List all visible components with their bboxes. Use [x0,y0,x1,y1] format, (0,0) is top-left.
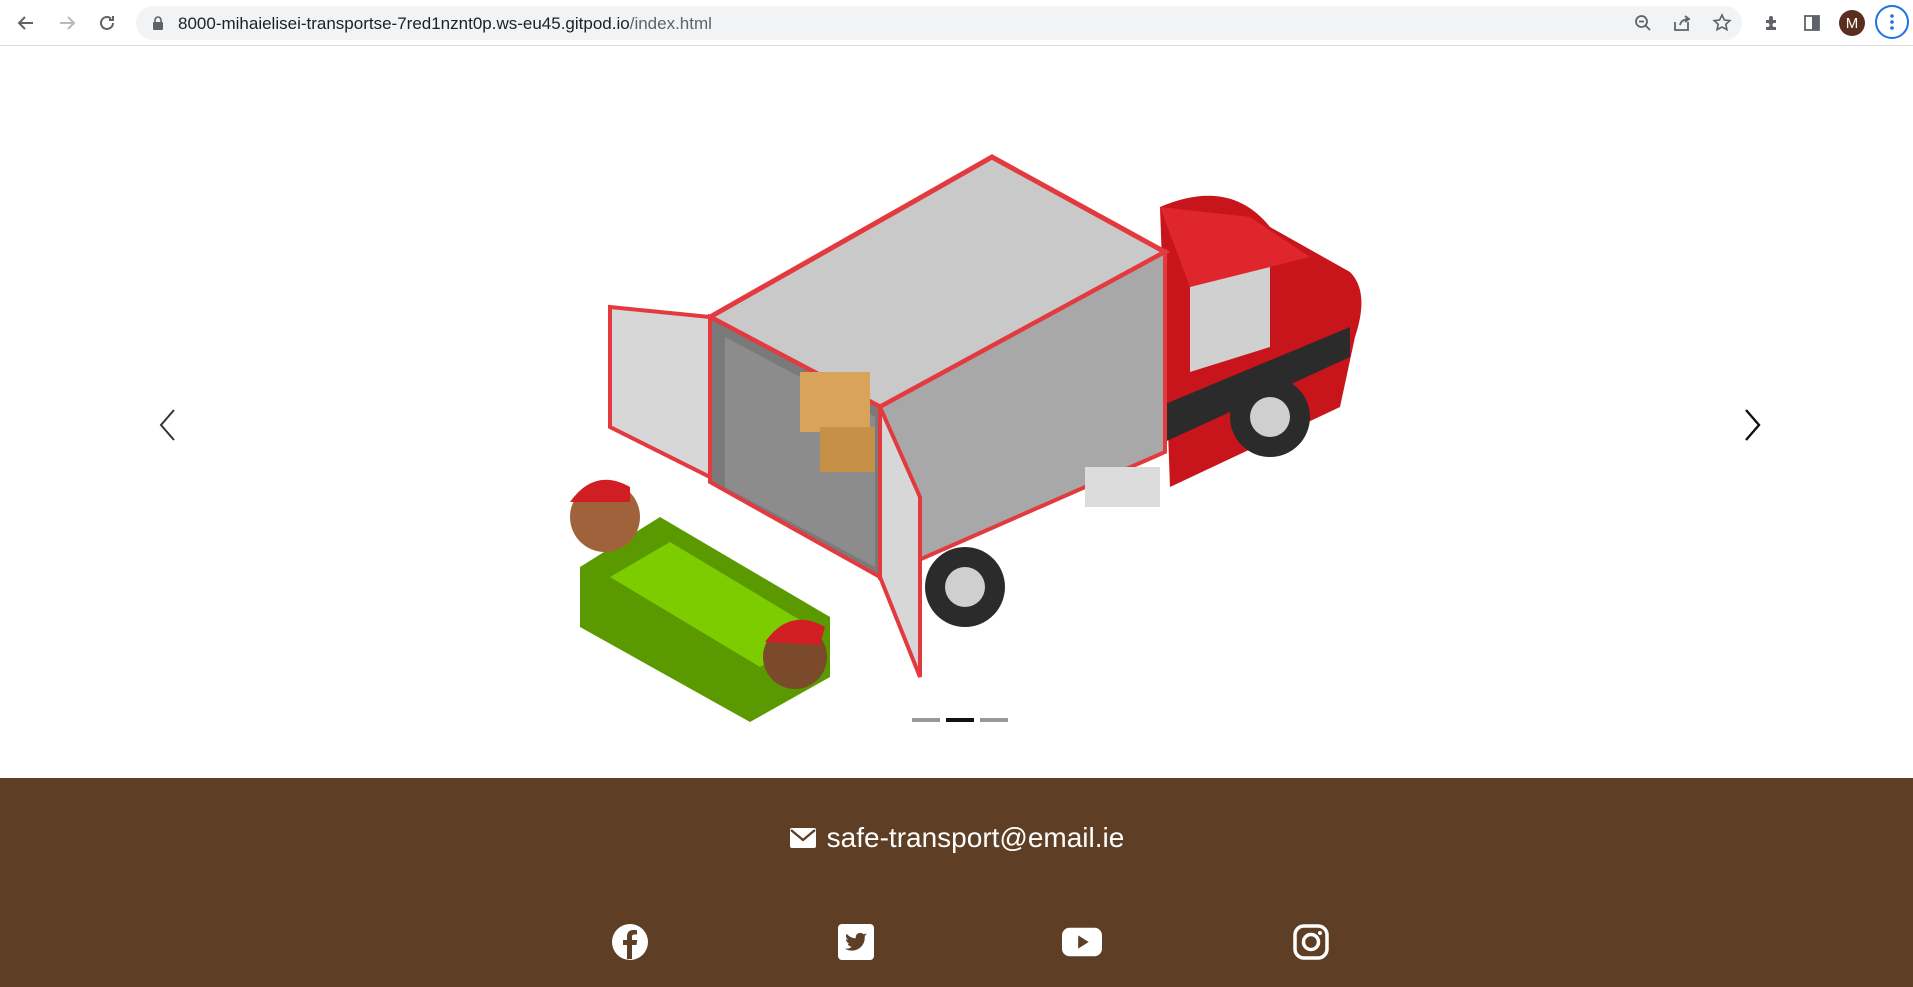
carousel-indicator-2[interactable] [946,718,974,722]
profile-avatar[interactable]: M [1839,10,1865,36]
zoom-out-icon [1635,15,1651,31]
instagram-icon [1293,924,1329,960]
arrow-left-icon [17,16,33,30]
puzzle-icon [1766,16,1776,30]
share-icon [1674,15,1691,31]
twitter-icon [838,924,874,960]
url-text[interactable]: 8000-mihaielisei-transportse-7red1nznt0p… [178,14,712,34]
chevron-left-icon [159,409,175,441]
hero-carousel [0,47,1913,778]
facebook-icon [612,924,648,960]
arrow-right-icon [60,16,76,30]
side-panel-button[interactable] [1800,11,1824,35]
youtube-icon [1062,927,1102,957]
browser-toolbar: 8000-mihaielisei-transportse-7red1nznt0p… [0,0,1913,46]
carousel-indicators [912,718,1008,722]
url-path: /index.html [629,14,712,33]
instagram-link[interactable] [1291,922,1331,962]
forward-button[interactable] [51,7,83,39]
star-icon [1712,13,1732,32]
kebab-menu-icon [1890,14,1894,30]
address-bar[interactable]: 8000-mihaielisei-transportse-7red1nznt0p… [136,6,1742,40]
reload-button[interactable] [91,7,123,39]
share-button[interactable] [1672,13,1692,33]
zoom-button[interactable] [1633,13,1653,33]
chevron-right-icon [1745,409,1761,441]
url-host: 8000-mihaielisei-transportse-7red1nznt0p… [178,14,630,33]
site-footer: safe-transport@email.ie [0,778,1913,987]
bookmark-button[interactable] [1712,13,1732,33]
reload-icon [100,15,114,30]
facebook-link[interactable] [610,922,650,962]
moving-truck-illustration [570,154,1362,722]
side-panel-icon [1804,15,1820,31]
contact-email[interactable]: safe-transport@email.ie [0,822,1913,854]
carousel-prev-button[interactable] [148,395,188,455]
back-button[interactable] [10,7,42,39]
youtube-link[interactable] [1062,922,1102,962]
carousel-next-button[interactable] [1732,395,1772,455]
extensions-button[interactable] [1760,11,1784,35]
carousel-indicator-1[interactable] [912,718,940,722]
envelope-icon [789,828,816,848]
lock-icon[interactable] [152,16,164,30]
browser-menu-button[interactable] [1875,5,1909,39]
carousel-indicator-3[interactable] [980,718,1008,722]
twitter-link[interactable] [836,922,876,962]
email-link[interactable]: safe-transport@email.ie [827,822,1125,854]
